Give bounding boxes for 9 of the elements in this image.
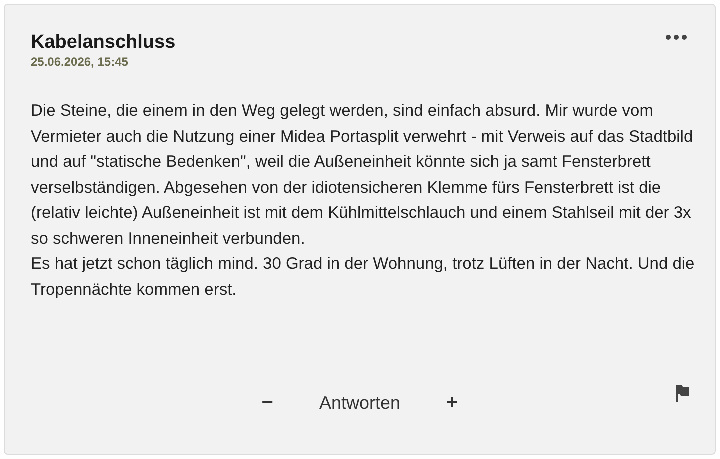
- flag-icon[interactable]: [675, 384, 689, 402]
- comment-text: Die Steine, die einem in den Weg gelegt werden, sind einfach absurd. Mir wurde vom Vermieter auch die Nutzung einer Midea Portasplit verwehrt - mit Verweis auf das Stadtbild und auf "statische Bedenken", weil die Außeneinheit könnte sich ja samt Fensterbrett verselbständigen. Abgesehen von der idiotensicheren Klemme fürs Fensterbrett ist die (relativ leichte) Außeneinheit ist mit dem Kühlmittelschlauch und einem Stahlseil mit der 3x so schweren Inneneinheit verbunden.: [31, 101, 694, 250]
- author-name: Kabelanschluss: [31, 31, 176, 55]
- reply-button[interactable]: Antworten: [313, 390, 407, 416]
- more-options-icon[interactable]: [666, 35, 687, 40]
- comment-text: Es hat jetzt schon täglich mind. 30 Grad in der Wohnung, trotz Lüften in der Nacht. Und die Tropennächte kommen erst.: [31, 254, 696, 300]
- downvote-button[interactable]: −: [258, 388, 278, 418]
- comment-date: 25.06.2026, 15:45: [31, 55, 130, 69]
- upvote-button[interactable]: +: [442, 388, 462, 418]
